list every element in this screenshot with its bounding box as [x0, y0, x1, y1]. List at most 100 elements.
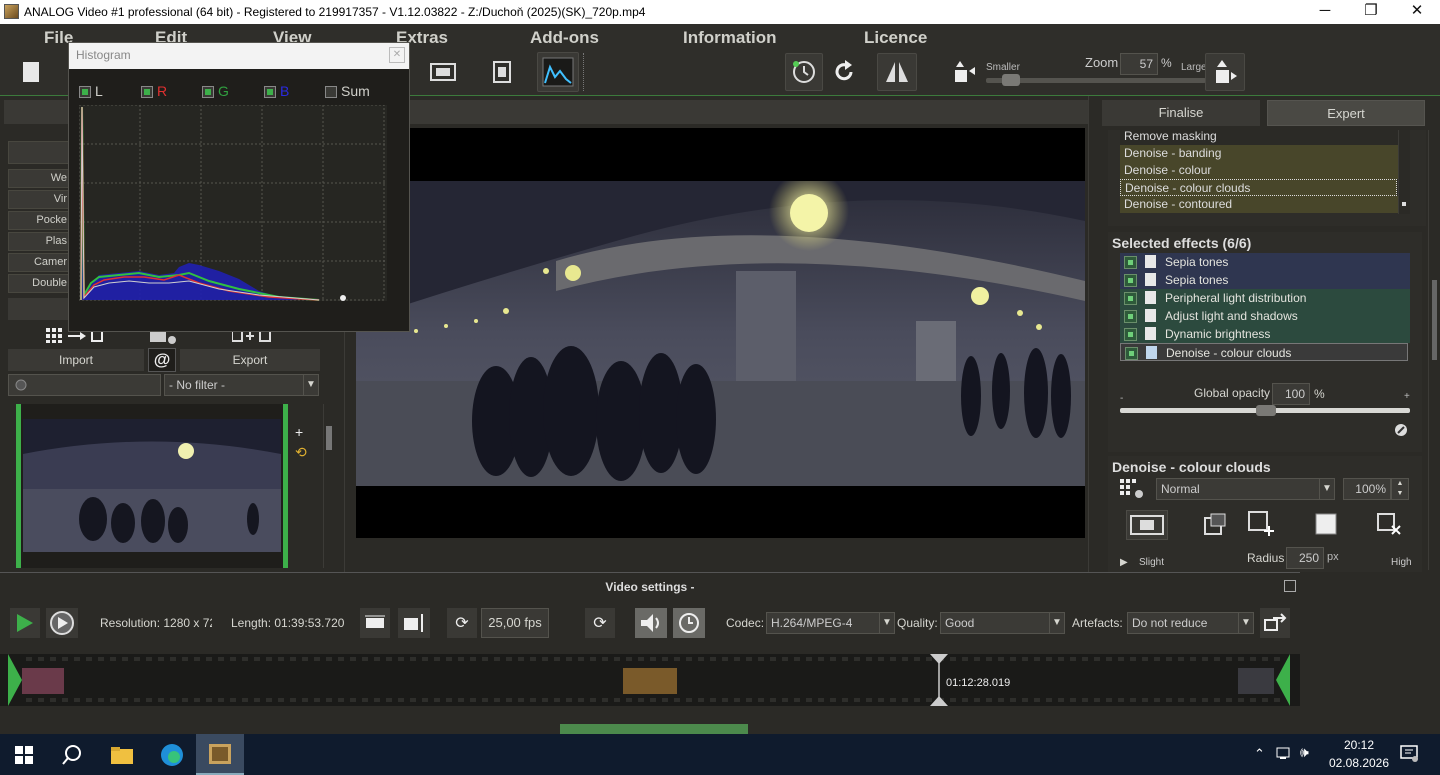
export-icon[interactable] [231, 330, 272, 345]
audio-button[interactable] [635, 608, 667, 638]
zoom-slider-thumb[interactable] [1002, 74, 1021, 86]
selected-effect-item[interactable]: Adjust light and shadows [1120, 307, 1410, 325]
mask-square-icon[interactable] [1315, 513, 1337, 538]
artefacts-select[interactable]: Do not reduce [1127, 612, 1239, 634]
channel-r-checkbox[interactable]: R [141, 83, 167, 99]
filter-item-denoise-colour[interactable]: Denoise - colour [1120, 162, 1398, 179]
chevron-down-icon[interactable]: ▼ [303, 374, 319, 396]
network-icon[interactable] [1276, 746, 1292, 763]
video-preview[interactable] [356, 128, 1085, 538]
mask-grid-icon[interactable] [1120, 479, 1148, 502]
selected-effect-item[interactable]: Peripheral light distribution [1120, 289, 1410, 307]
blend-percent-input[interactable]: 100% [1343, 478, 1391, 500]
refresh-clip-icon[interactable]: ⟲ [295, 444, 307, 461]
start-icon[interactable] [0, 734, 48, 775]
chevron-down-icon[interactable]: ▼ [879, 612, 895, 634]
selected-effect-item[interactable]: Sepia tones [1120, 253, 1410, 271]
checkbox-icon[interactable] [1124, 328, 1137, 341]
global-opacity-slider[interactable] [1120, 405, 1410, 416]
import-button[interactable]: Import [8, 349, 144, 371]
checkbox-icon[interactable] [1124, 274, 1137, 287]
clip-thumbnail-frame[interactable] [16, 404, 288, 568]
radius-input[interactable]: 250 [1286, 547, 1324, 569]
taskbar-date[interactable]: 02.08.2026 [1324, 756, 1394, 770]
channel-l-checkbox[interactable]: L [79, 83, 103, 99]
play-button[interactable] [10, 608, 40, 638]
redo-icon[interactable] [826, 53, 864, 91]
audio-sync-icon[interactable]: ⟳ [585, 608, 615, 638]
mask-copy-icon[interactable] [1203, 512, 1229, 539]
right-panel-scrollbar[interactable] [1428, 130, 1440, 570]
quality-select[interactable]: Good [940, 612, 1050, 634]
taskbar-time[interactable]: 20:12 [1336, 738, 1382, 752]
preview-speed-button[interactable] [46, 608, 78, 638]
zoom-value-input[interactable]: 57 [1120, 53, 1158, 75]
histogram-close-icon[interactable]: ✕ [389, 47, 405, 63]
clip-range-indicator[interactable] [560, 724, 748, 734]
histogram-toggle-icon[interactable] [537, 52, 579, 92]
mask-delete-icon[interactable] [1376, 512, 1402, 539]
zoom-slider-track[interactable] [986, 74, 1206, 86]
chevron-down-icon[interactable]: ▼ [1049, 612, 1065, 634]
filter-search-input[interactable] [8, 374, 161, 396]
restore-panel-icon[interactable] [1284, 580, 1296, 592]
new-document-icon[interactable] [12, 53, 50, 91]
left-button-2[interactable]: Pocke [8, 211, 70, 230]
mask-frame-button[interactable] [1126, 510, 1168, 540]
clip-list-scrollbar[interactable] [323, 404, 335, 568]
expand-triangle-icon[interactable]: ▶ [1120, 557, 1128, 568]
scrollbar-thumb[interactable] [326, 426, 332, 450]
chevron-up-icon[interactable]: ⌃ [1254, 746, 1265, 762]
fps-sync-icon[interactable]: ⟳ [447, 608, 477, 638]
mask-add-icon[interactable] [1247, 510, 1277, 539]
filter-item-denoise-colour-clouds[interactable]: Denoise - colour clouds [1120, 179, 1397, 196]
export-button[interactable]: Export [180, 349, 320, 371]
selected-effect-item[interactable]: Denoise - colour clouds [1120, 343, 1408, 361]
reset-icon[interactable] [1394, 423, 1408, 440]
channel-g-checkbox[interactable]: G [202, 83, 229, 99]
email-at-button[interactable]: @ [148, 348, 176, 372]
left-button-1[interactable]: Vir [8, 190, 70, 209]
filter-item-remove-masking[interactable]: Remove masking [1120, 128, 1398, 145]
blend-mode-select[interactable]: Normal [1156, 478, 1320, 500]
frame-icon[interactable] [424, 53, 462, 91]
filter-list-scrollbar[interactable] [1398, 130, 1410, 214]
export-settings-button[interactable] [1260, 608, 1290, 638]
minimize-button[interactable]: ─ [1302, 0, 1348, 24]
menu-licence[interactable]: Licence [864, 28, 927, 48]
global-opacity-slider-thumb[interactable] [1256, 405, 1276, 416]
zoom-larger-icon[interactable] [1205, 53, 1245, 91]
maximize-button[interactable]: ❐ [1348, 0, 1394, 24]
capture-icon[interactable] [150, 330, 178, 347]
checkbox-icon[interactable] [1124, 256, 1137, 269]
menu-addons[interactable]: Add-ons [530, 28, 599, 48]
checkbox-icon[interactable] [1124, 310, 1137, 323]
selected-effect-item[interactable]: Sepia tones [1120, 271, 1410, 289]
left-button-0[interactable]: We [8, 169, 70, 188]
channel-sum-checkbox[interactable]: Sum [325, 83, 370, 99]
selected-effect-item[interactable]: Dynamic brightness [1120, 325, 1410, 343]
analog-video-taskbar-icon[interactable] [196, 734, 244, 775]
tab-expert[interactable]: Expert [1267, 100, 1425, 126]
fps-value[interactable]: 25,00 fps [481, 608, 549, 638]
edge-icon[interactable] [148, 734, 196, 775]
zoom-smaller-icon[interactable] [946, 53, 984, 91]
tab-finalise[interactable]: Finalise [1102, 100, 1260, 126]
codec-select[interactable]: H.264/MPEG-4 [766, 612, 880, 634]
global-opacity-input[interactable]: 100 [1272, 383, 1310, 405]
scrollbar-thumb[interactable] [1432, 280, 1437, 360]
audio-settings-button[interactable] [673, 608, 705, 638]
timeline[interactable]: 01:12:28.019 [0, 654, 1300, 706]
blend-percent-spinner[interactable]: ▲ ▼ [1391, 478, 1409, 500]
mirror-icon[interactable] [877, 53, 917, 91]
scrollbar-thumb[interactable] [1402, 202, 1406, 206]
chevron-down-icon[interactable]: ▼ [1319, 478, 1335, 500]
channel-b-checkbox[interactable]: B [264, 83, 289, 99]
speaker-icon[interactable]: 🕪 [1300, 744, 1309, 761]
film-strip-icon[interactable] [483, 53, 521, 91]
left-button-4[interactable]: Camer [8, 253, 70, 272]
filter-item-denoise-contoured[interactable]: Denoise - contoured [1120, 196, 1398, 213]
file-explorer-icon[interactable] [98, 734, 146, 775]
resize-width-button[interactable] [360, 608, 390, 638]
left-button-5[interactable]: Double [8, 274, 70, 293]
